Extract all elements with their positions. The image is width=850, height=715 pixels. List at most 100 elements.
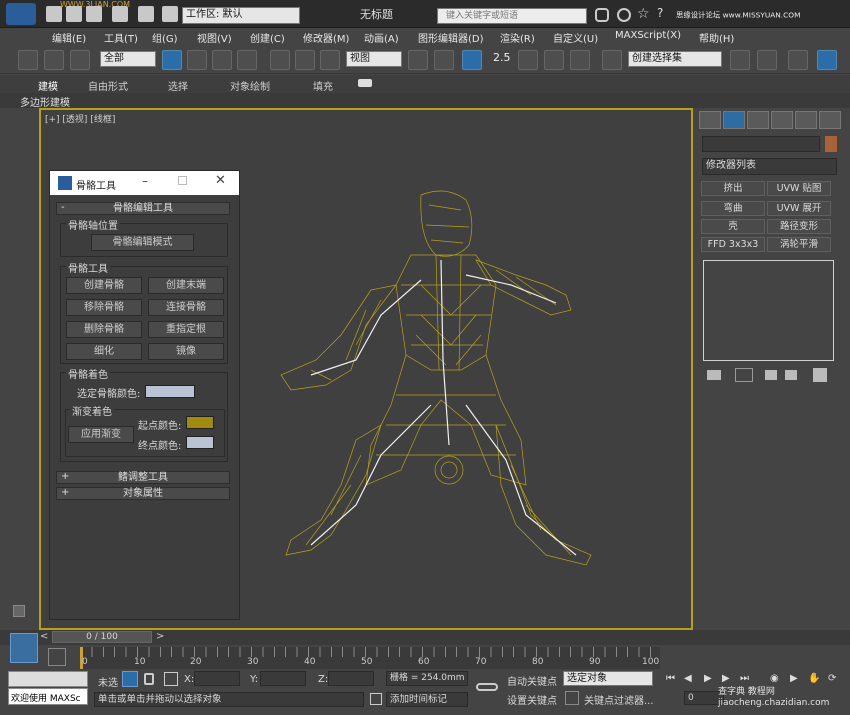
ribbon-options-icon[interactable]: [358, 79, 372, 87]
zoom-extents-icon[interactable]: ◉: [770, 673, 779, 684]
prev-frame-icon[interactable]: <: [40, 631, 48, 642]
named-selection-select[interactable]: 创建选择集: [628, 51, 722, 67]
prev-key-icon[interactable]: ◀: [684, 673, 692, 684]
selection-filter-select[interactable]: 全部: [100, 51, 156, 67]
pivot-center-icon[interactable]: [408, 50, 428, 70]
menu-help[interactable]: 帮助(H): [699, 30, 734, 45]
project-folder-icon[interactable]: [162, 6, 178, 22]
connect-bone-button[interactable]: 连接骨骼: [148, 299, 224, 316]
apply-gradient-button[interactable]: 应用渐变: [68, 426, 134, 443]
dialog-title-bar[interactable]: 骨骼工具 – ✕: [50, 171, 239, 195]
ribbon-subtab-poly-modeling[interactable]: 多边形建模: [20, 94, 70, 109]
make-unique-icon[interactable]: [765, 370, 777, 380]
menu-group[interactable]: 组(G): [152, 30, 178, 45]
new-file-icon[interactable]: [46, 6, 62, 22]
bone-tools-dialog[interactable]: 骨骼工具 – ✕ - 骨骼编辑工具 骨骼轴位置 骨骼编辑模式 骨骼工具 创建骨骼…: [49, 170, 240, 620]
display-tab-icon[interactable]: [795, 111, 817, 129]
time-tag-icon[interactable]: [370, 693, 382, 705]
add-time-tag-box[interactable]: 添加时间标记: [386, 692, 468, 707]
snap-toggle-value[interactable]: 2.5: [493, 51, 511, 64]
edit-named-selection-icon[interactable]: [602, 50, 622, 70]
workspace-select[interactable]: 工作区: 默认: [182, 7, 300, 24]
viewport-label[interactable]: [+] [透视] [线框]: [45, 112, 115, 125]
utilities-tab-icon[interactable]: [819, 111, 841, 129]
mini-listener-icon[interactable]: [10, 633, 38, 663]
rotate-icon[interactable]: [295, 50, 315, 70]
modifier-stack[interactable]: [703, 260, 834, 361]
minimize-icon[interactable]: –: [142, 174, 148, 188]
pan-icon[interactable]: ✋: [808, 673, 820, 684]
orbit-icon[interactable]: ⟳: [828, 673, 836, 684]
play-icon[interactable]: ▶: [704, 673, 712, 684]
app-logo-icon[interactable]: [6, 3, 36, 25]
reference-coord-select[interactable]: 视图: [346, 51, 402, 67]
menu-edit[interactable]: 编辑(E): [52, 30, 86, 45]
trackbar[interactable]: 0 10 20 30 40 50 60 70 80 90 100: [80, 647, 660, 669]
field-of-view-icon[interactable]: ▶: [790, 673, 798, 684]
menu-rendering[interactable]: 渲染(R): [500, 30, 535, 45]
modifier-uvw-map-button[interactable]: UVW 贴图: [767, 181, 831, 196]
refine-button[interactable]: 细化: [66, 343, 142, 360]
set-key-button[interactable]: 设置关键点: [507, 692, 557, 707]
character-wireframe[interactable]: [271, 185, 611, 585]
modifier-ffd-button[interactable]: FFD 3x3x3: [701, 237, 765, 252]
create-end-button[interactable]: 创建末端: [148, 277, 224, 294]
move-icon[interactable]: [270, 50, 290, 70]
z-coord-field[interactable]: [328, 671, 374, 686]
next-frame-icon[interactable]: >: [156, 631, 164, 642]
selection-lock-icon[interactable]: [144, 673, 154, 685]
menu-views[interactable]: 视图(V): [197, 30, 232, 45]
bind-spacewarp-icon[interactable]: [70, 50, 90, 70]
toggle-ribbon-icon[interactable]: [817, 50, 837, 70]
mirror-icon[interactable]: [730, 50, 750, 70]
object-name-field[interactable]: [702, 136, 820, 152]
maxscript-listener-input[interactable]: [8, 671, 88, 687]
auto-key-button[interactable]: 自动关键点: [507, 673, 557, 688]
reassign-root-button[interactable]: 重指定根: [148, 321, 224, 338]
undo-icon[interactable]: [112, 6, 128, 22]
time-slider[interactable]: < 0 / 100 >: [0, 630, 850, 645]
remove-bone-button[interactable]: 移除骨骼: [66, 299, 142, 316]
angle-snap-icon[interactable]: [518, 50, 538, 70]
remove-modifier-icon[interactable]: [785, 370, 797, 380]
modifier-turbosmooth-button[interactable]: 涡轮平滑: [767, 237, 831, 252]
motion-tab-icon[interactable]: [771, 111, 793, 129]
create-tab-icon[interactable]: [699, 111, 721, 129]
layer-manager-icon[interactable]: [788, 50, 808, 70]
end-color-swatch[interactable]: [186, 436, 214, 449]
modifier-unwrap-uvw-button[interactable]: UVW 展开: [767, 201, 831, 216]
menu-tools[interactable]: 工具(T): [104, 30, 138, 45]
modifier-path-deform-button[interactable]: 路径变形: [767, 219, 831, 234]
maximize-icon[interactable]: [178, 176, 187, 185]
modifier-bend-button[interactable]: 弯曲: [701, 201, 765, 216]
modifier-list-select[interactable]: 修改器列表: [702, 158, 837, 175]
tab-freeform[interactable]: 自由形式: [88, 78, 128, 93]
binoculars-icon[interactable]: [595, 8, 609, 22]
rollout-fin-adjust[interactable]: + 鳍调整工具: [56, 471, 230, 484]
hierarchy-tab-icon[interactable]: [747, 111, 769, 129]
selected-bone-color-swatch[interactable]: [145, 385, 195, 398]
redo-icon[interactable]: [138, 6, 154, 22]
tab-populate[interactable]: 填充: [313, 78, 333, 93]
create-bone-button[interactable]: 创建骨骼: [66, 277, 142, 294]
align-icon[interactable]: [757, 50, 777, 70]
goto-end-icon[interactable]: ⏭: [740, 673, 749, 684]
open-file-icon[interactable]: [66, 6, 82, 22]
default-in-out-key-icon[interactable]: [476, 683, 498, 691]
select-object-icon[interactable]: [162, 50, 182, 70]
unlink-icon[interactable]: [44, 50, 64, 70]
pin-stack-icon[interactable]: [707, 370, 721, 380]
rollout-bone-edit[interactable]: - 骨骼编辑工具: [56, 202, 230, 215]
menu-modifiers[interactable]: 修改器(M): [303, 30, 349, 45]
menu-animation[interactable]: 动画(A): [364, 30, 399, 45]
link-icon[interactable]: [18, 50, 38, 70]
goto-start-icon[interactable]: ⏮: [666, 673, 675, 684]
show-end-result-icon[interactable]: [735, 368, 753, 382]
close-icon[interactable]: ✕: [215, 173, 226, 188]
y-coord-field[interactable]: [260, 671, 306, 686]
key-filters-button[interactable]: 关键点过滤器...: [584, 692, 654, 707]
next-key-icon[interactable]: ▶: [722, 673, 730, 684]
left-toolbar-arrow-icon[interactable]: [13, 605, 25, 617]
rect-selection-icon[interactable]: [212, 50, 232, 70]
rollout-object-properties[interactable]: + 对象属性: [56, 487, 230, 500]
